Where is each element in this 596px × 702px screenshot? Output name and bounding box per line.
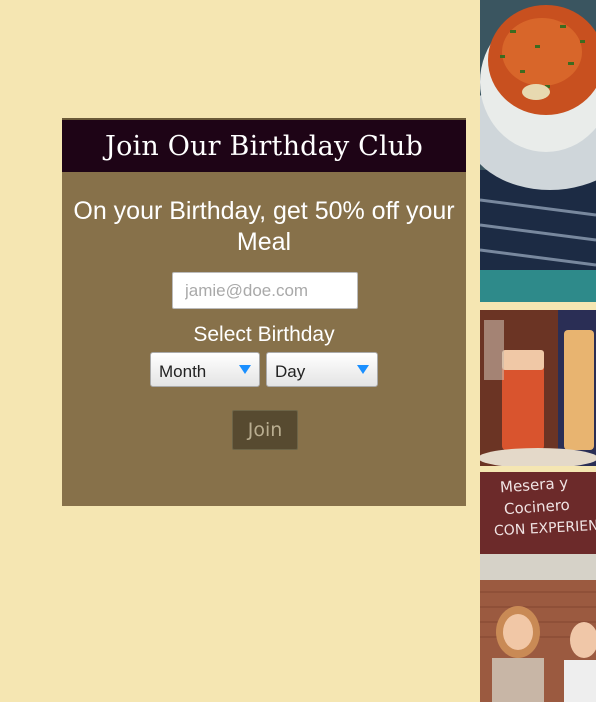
drinks-photo-art — [480, 310, 596, 466]
email-field[interactable] — [172, 272, 358, 309]
form-title: Join Our Birthday Club — [105, 130, 423, 162]
card-header: Join Our Birthday Club — [62, 118, 466, 172]
month-select[interactable]: Month — [150, 352, 260, 387]
offer-text: On your Birthday, get 50% off your Meal — [73, 197, 455, 256]
staff-photo: Mesera y Cocinero CON EXPERIENCIA — [480, 472, 596, 702]
day-select[interactable]: Day — [266, 352, 378, 387]
soup-photo-art — [480, 0, 596, 302]
dropdown-arrow-icon — [239, 365, 251, 374]
join-button[interactable]: Join — [232, 410, 298, 450]
month-select-value: Month — [159, 361, 207, 381]
soup-photo — [480, 0, 596, 302]
birthday-club-form: Join Our Birthday Club On your Birthday,… — [62, 118, 466, 506]
day-select-value: Day — [275, 361, 306, 381]
select-birthday-label: Select Birthday — [193, 323, 335, 346]
drinks-photo — [480, 310, 596, 466]
dropdown-arrow-icon — [357, 365, 369, 374]
